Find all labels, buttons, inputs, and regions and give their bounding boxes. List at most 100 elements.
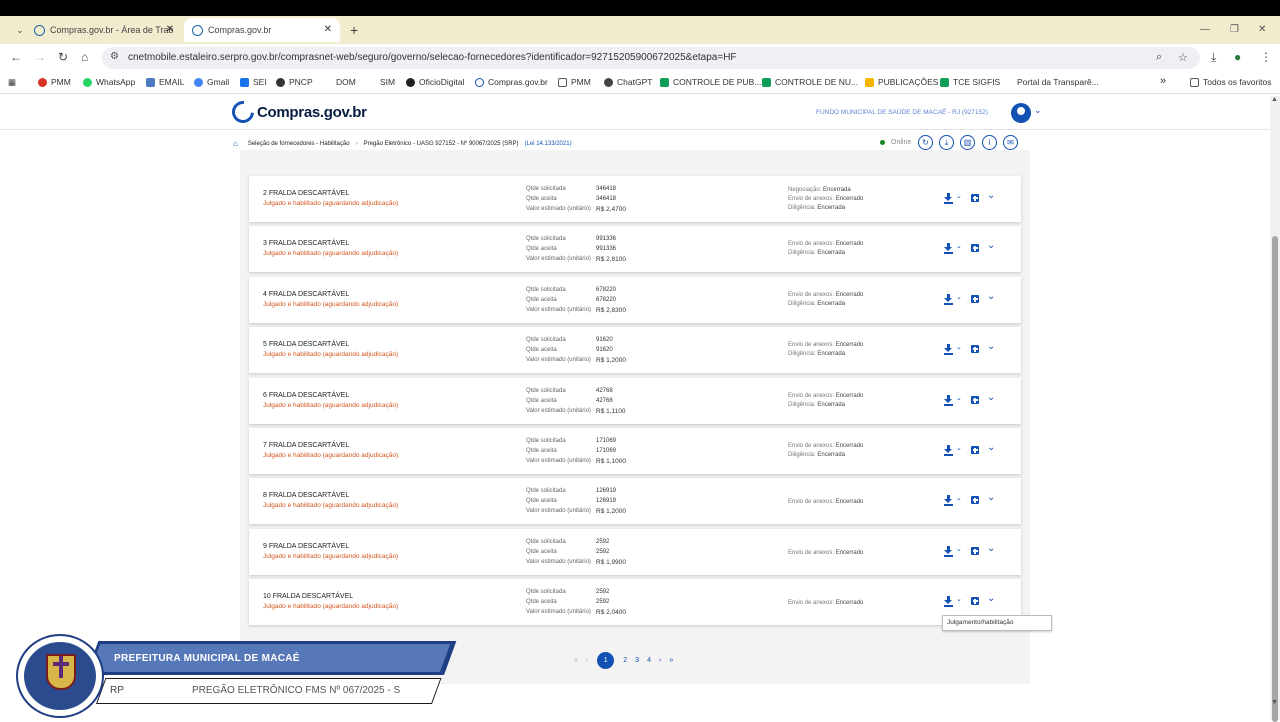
home-icon[interactable]: ⌂ — [81, 50, 88, 64]
window-close-icon[interactable]: ✕ — [1258, 24, 1266, 35]
address-bar[interactable]: ⚙ cnetmobile.estaleiro.serpro.gov.br/com… — [102, 47, 1200, 69]
minimize-icon[interactable]: — — [1200, 24, 1210, 35]
chevron-down-icon[interactable]: ⌄ — [956, 595, 962, 603]
item-title[interactable]: 2 FRALDA DESCARTÁVEL — [263, 190, 349, 197]
expand-chevron-icon[interactable]: ⌄ — [987, 291, 995, 302]
first-page-button[interactable]: « — [574, 657, 578, 664]
download-icon[interactable]: ⤓ — [1211, 50, 1216, 65]
item-title[interactable]: 3 FRALDA DESCARTÁVEL — [263, 240, 349, 247]
bookmark-pncp[interactable]: PNCP — [276, 77, 313, 87]
chevron-down-icon[interactable]: ⌄ — [956, 242, 962, 250]
add-icon[interactable] — [971, 446, 979, 454]
bookmark-whatsapp[interactable]: WhatsApp — [83, 77, 135, 87]
item-title[interactable]: 4 FRALDA DESCARTÁVEL — [263, 291, 349, 298]
add-icon[interactable] — [971, 244, 979, 252]
chevron-down-icon[interactable]: ⌄ — [956, 343, 962, 351]
mail-icon[interactable]: ✉ — [1003, 135, 1018, 150]
qtde-aceita-value: 991336 — [596, 246, 617, 252]
menu-icon[interactable]: ⋮ — [1260, 50, 1272, 64]
page-button[interactable]: 4 — [647, 657, 651, 664]
site-info-icon[interactable]: ⚙ — [110, 51, 119, 62]
user-avatar-icon[interactable] — [1011, 103, 1031, 123]
maximize-icon[interactable]: ❐ — [1230, 24, 1239, 35]
add-icon[interactable] — [971, 194, 979, 202]
expand-chevron-icon[interactable]: ⌄ — [987, 543, 995, 554]
item-title[interactable]: 10 FRALDA DESCARTÁVEL — [263, 593, 353, 600]
expand-chevron-icon[interactable]: ⌄ — [987, 593, 995, 604]
expand-chevron-icon[interactable]: ⌄ — [987, 341, 995, 352]
chevron-down-icon[interactable]: ⌄ — [956, 444, 962, 452]
chevron-down-icon[interactable]: ⌄ — [956, 394, 962, 402]
bookmark-publicacoes[interactable]: PUBLICAÇÕES — [865, 77, 938, 87]
bookmark-star-icon[interactable]: ☆ — [1178, 51, 1188, 64]
add-icon[interactable] — [971, 597, 979, 605]
scroll-up-icon[interactable]: ▲ — [1271, 96, 1278, 103]
last-page-button[interactable]: » — [669, 657, 673, 664]
page-scrollbar[interactable]: ▲ ▼ — [1270, 96, 1280, 722]
add-icon[interactable] — [971, 496, 979, 504]
all-favorites-folder[interactable]: Todos os favoritos — [1190, 77, 1272, 87]
expand-chevron-icon[interactable]: ⌄ — [987, 240, 995, 251]
expand-chevron-icon[interactable]: ⌄ — [987, 392, 995, 403]
item-title[interactable]: 7 FRALDA DESCARTÁVEL — [263, 442, 349, 449]
bookmark-tce-sigfis[interactable]: TCE SIGFIS — [940, 77, 1000, 87]
back-icon[interactable]: ← — [10, 50, 22, 64]
chevron-down-icon[interactable]: ⌄ — [956, 545, 962, 553]
prev-page-button[interactable]: ‹ — [586, 657, 588, 664]
compras-logo[interactable]: Compras.gov.br — [227, 96, 367, 128]
page-button[interactable]: 3 — [635, 657, 639, 664]
bookmark-dom[interactable]: DOM — [336, 77, 356, 87]
reload-icon[interactable]: ↻ — [58, 50, 68, 64]
chevron-down-icon[interactable]: ⌄ — [1034, 105, 1042, 116]
zoom-icon[interactable]: ⌕ — [1156, 51, 1162, 64]
bookmark-gmail[interactable]: Gmail — [194, 77, 229, 87]
add-icon[interactable] — [971, 345, 979, 353]
expand-chevron-icon[interactable]: ⌄ — [987, 190, 995, 201]
expand-chevron-icon[interactable]: ⌄ — [987, 492, 995, 503]
bookmark-pmm-folder[interactable]: PMM — [558, 77, 591, 87]
chevron-down-icon[interactable]: ⌄ — [956, 494, 962, 502]
close-tab-icon[interactable]: ✕ — [166, 24, 174, 35]
bookmark-controle-pub[interactable]: CONTROLE DE PUB... — [660, 77, 761, 87]
breadcrumb-item[interactable]: Seleção de fornecedores - Habilitação — [248, 141, 350, 147]
page-button[interactable]: 1 — [597, 652, 615, 669]
scroll-down-icon[interactable]: ▼ — [1271, 699, 1278, 706]
new-tab-button[interactable]: + — [342, 18, 362, 42]
bookmark-compras[interactable]: Compras.gov.br — [475, 77, 548, 87]
refresh-icon[interactable]: ↻ — [918, 135, 933, 150]
bookmark-pmm[interactable]: PMM — [38, 77, 71, 87]
add-icon[interactable] — [971, 547, 979, 555]
bookmark-email[interactable]: EMAIL — [146, 77, 185, 87]
info-icon[interactable]: i — [982, 135, 997, 150]
page-button[interactable]: 2 — [623, 657, 627, 664]
tab-search-dropdown[interactable]: ⌄ — [8, 18, 24, 42]
chevron-down-icon[interactable]: ⌄ — [956, 192, 962, 200]
bookmark-sim[interactable]: SIM — [380, 77, 395, 87]
expand-chevron-icon[interactable]: ⌄ — [987, 442, 995, 453]
more-bookmarks-icon[interactable]: » — [1160, 75, 1166, 87]
item-title[interactable]: 6 FRALDA DESCARTÁVEL — [263, 392, 349, 399]
scrollbar-thumb[interactable] — [1272, 236, 1278, 722]
bookmark-controle-nu[interactable]: CONTROLE DE NU... — [762, 77, 858, 87]
breadcrumb-lei-link[interactable]: (Lei 14.133/2021) — [525, 141, 572, 147]
forward-icon[interactable]: → — [34, 50, 46, 64]
bookmark-chatgpt[interactable]: ChatGPT — [604, 77, 652, 87]
tab-compras-active[interactable]: Compras.gov.br ✕ — [184, 18, 340, 42]
add-icon[interactable] — [971, 396, 979, 404]
item-title[interactable]: 8 FRALDA DESCARTÁVEL — [263, 492, 349, 499]
bookmark-portal[interactable]: Portal da Transparê... — [1017, 77, 1099, 87]
home-icon[interactable]: ⌂ — [233, 139, 238, 148]
item-title[interactable]: 9 FRALDA DESCARTÁVEL — [263, 543, 349, 550]
trash-icon[interactable]: ▥ — [960, 135, 975, 150]
bookmark-oficiodigital[interactable]: OficioDigital — [406, 77, 464, 87]
apps-grid-icon[interactable]: ▦ — [8, 77, 16, 88]
item-title[interactable]: 5 FRALDA DESCARTÁVEL — [263, 341, 349, 348]
close-tab-icon[interactable]: ✕ — [324, 24, 332, 35]
chevron-down-icon[interactable]: ⌄ — [956, 293, 962, 301]
tab-compras-area[interactable]: Compras.gov.br - Área de Trab ✕ — [26, 18, 182, 42]
bookmark-sei[interactable]: SEI — [240, 77, 267, 87]
profile-icon[interactable]: ● — [1234, 50, 1241, 64]
add-icon[interactable] — [971, 295, 979, 303]
download-icon[interactable]: ⤓ — [939, 135, 954, 150]
next-page-button[interactable]: › — [659, 657, 661, 664]
